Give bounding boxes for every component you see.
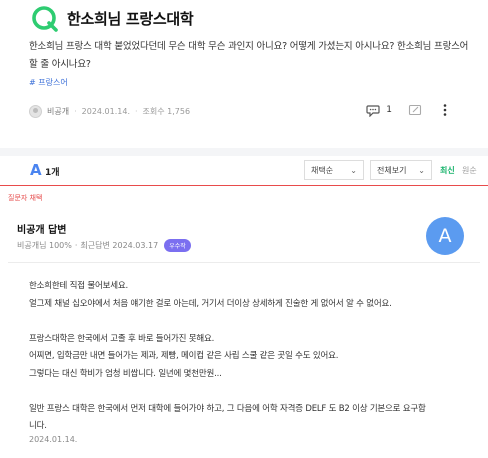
answer-line: 한소희한테 직접 물어보세요. [29,281,128,291]
answerer-badge: 우수작 [164,239,191,252]
answer-line-blank [29,313,469,331]
more-button[interactable] [442,103,448,117]
filter-select[interactable]: 전체보기 ⌄ [370,160,432,180]
answer-date: 2024.01.14. [29,435,78,444]
chevron-down-icon: ⌄ [350,166,357,175]
answer-author-meta: 비공개님 100% · 최근답변 2024.03.17 우수작 [17,239,191,252]
answer-line: 얼그제 채널 십오야에서 처음 얘기한 걸로 아는데, 거기서 더이상 상세하게… [29,298,392,309]
answer-line-blank [29,383,469,401]
answer-line: 그렇다는 대신 학비가 엄청 비쌉니다. 일년에 몇천만원... [29,368,222,379]
answer-count: 1개 [45,168,60,178]
filter-select-value: 전체보기 [377,165,407,175]
question-date: 2024.01.14. [81,106,130,116]
chevron-down-icon: ⌄ [418,166,425,175]
sort-select[interactable]: 채택순 ⌄ [304,160,364,180]
q-logo-icon [32,6,58,32]
question-views: 조회수 1,756 [142,106,191,116]
edit-icon [408,104,422,115]
comment-icon [366,104,380,117]
question-author: 비공개 [47,106,70,116]
sort-select-value: 채택순 [311,165,334,175]
answer-line: 프랑스대학은 한국에서 고졸 후 바로 들어가진 못해요. [29,333,215,344]
answer-divider [8,262,480,263]
meta-separator: · [135,106,138,116]
sort-original-button[interactable]: 원순 [462,165,477,176]
answer-letter-icon: A [30,161,42,179]
adoption-rate: 비공개님 100% [17,241,72,250]
sort-latest-button[interactable]: 최신 [440,165,455,176]
section-divider-band [0,148,488,156]
answer-line: 니다. [29,421,47,431]
comment-count: 1 [386,105,392,115]
more-vertical-icon [443,104,447,116]
answers-header: A 1개 채택순 ⌄ 전체보기 ⌄ 최신 원순 [0,158,488,186]
answer-line: 일반 프랑스 대학은 한국에서 먼저 대학에 들어가야 하고, 그 다음에 어학… [29,403,426,414]
recent-answer-date: 최근답변 2024.03.17 [80,241,159,250]
comment-button[interactable] [366,104,380,117]
meta-separator: · [74,106,77,116]
meta-separator: · [74,241,78,250]
question-tag[interactable]: # 프랑스어 [29,77,68,88]
question-meta: 비공개 · 2024.01.14. · 조회수 1,756 [29,103,190,119]
chosen-label: 질문자 채택 [8,194,43,202]
author-avatar [29,104,42,118]
answerer-avatar: A [426,217,464,255]
question-body: 한소희님 프랑스 대학 붙었었다던데 무슨 대학 무슨 과인지 아니요? 어떻게… [29,41,469,70]
question-title: 한소희님 프랑스대학 [67,10,194,28]
answer-line: 어찌면, 입학금만 내면 들어가는 제과, 제빵, 메이컵 같은 사립 스쿨 같… [29,351,339,361]
answer-body: 한소희한테 직접 물어보세요. 얼그제 채널 십오야에서 처음 얘기한 걸로 아… [29,278,469,436]
chosen-answer-line [0,185,488,186]
answer-author-title: 비공개 답변 [17,225,67,236]
answer-write-button[interactable] [408,104,422,117]
question-actions: 1 [366,103,448,117]
